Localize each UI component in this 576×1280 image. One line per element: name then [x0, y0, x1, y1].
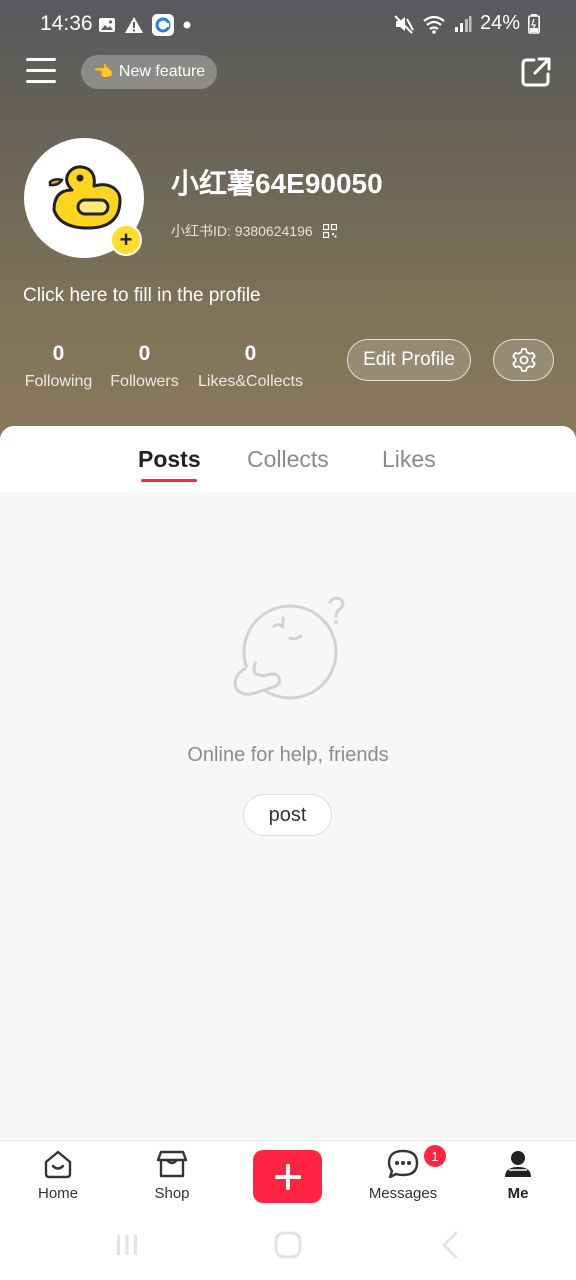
tab-collects[interactable]: Collects [247, 446, 329, 473]
mute-icon [394, 14, 414, 34]
status-right: 24% [394, 12, 540, 35]
active-tab-underline [141, 479, 197, 482]
chat-icon [387, 1149, 419, 1179]
home-circle-icon[interactable] [273, 1230, 303, 1260]
new-feature-label: New feature [118, 63, 206, 80]
tab-posts[interactable]: Posts [138, 446, 201, 473]
nav-label: Me [507, 1185, 529, 1202]
pointing-hand-icon: 👈 [93, 64, 113, 81]
share-icon[interactable] [520, 56, 552, 88]
nav-shop[interactable]: Shop [122, 1149, 222, 1202]
qr-code-icon[interactable] [322, 224, 337, 238]
stat-likes-collects[interactable]: 0 Likes&Collects [196, 342, 305, 391]
menu-icon-bar [26, 58, 56, 61]
nav-label: Home [37, 1185, 78, 1202]
menu-icon-bar [26, 80, 56, 83]
stat-label: Following [24, 373, 93, 390]
stat-label: Likes&Collects [198, 373, 303, 390]
notification-icons [98, 14, 192, 36]
tab-likes[interactable]: Likes [382, 446, 436, 473]
empty-state-text: Online for help, friends [187, 744, 389, 766]
system-navigation-bar [0, 1216, 576, 1280]
image-notification-icon [99, 18, 115, 32]
nav-label: Messages [368, 1185, 438, 1202]
edit-profile-button[interactable]: Edit Profile [347, 339, 471, 381]
content-area: Posts Collects Likes Online for help, fr… [0, 426, 576, 1140]
stat-number: 0 [138, 342, 151, 365]
user-id: 小红书ID: 9380624196 [171, 221, 337, 241]
more-dot-icon [183, 21, 191, 29]
stat-number: 0 [52, 342, 65, 365]
thinking-face-icon [233, 596, 345, 700]
warning-icon [125, 17, 143, 33]
avatar-add-button[interactable]: + [110, 224, 142, 256]
shop-icon [156, 1150, 188, 1178]
bio-prompt[interactable]: Click here to fill in the profile [23, 285, 261, 307]
recent-apps-icon[interactable] [114, 1232, 140, 1258]
battery-icon [528, 13, 540, 34]
create-post-button[interactable] [253, 1150, 322, 1203]
settings-button[interactable] [493, 339, 554, 381]
signal-icon [454, 15, 472, 32]
gear-icon [511, 348, 536, 372]
stat-number: 0 [244, 342, 257, 365]
menu-icon-bar [26, 69, 56, 72]
home-icon [44, 1150, 72, 1179]
plus-icon [274, 1163, 301, 1190]
person-icon [505, 1151, 531, 1177]
status-time: 14:36 [40, 12, 93, 35]
status-bar: 14:36 24% [0, 0, 576, 50]
bottom-navigation: Home Shop Messages 1 Me [0, 1140, 576, 1216]
wifi-icon [423, 15, 445, 34]
menu-button[interactable] [26, 58, 56, 86]
stat-followers[interactable]: 0 Followers [109, 342, 180, 391]
battery-percent: 24% [479, 12, 520, 34]
nav-label: Shop [154, 1185, 190, 1202]
messages-badge: 1 [424, 1145, 446, 1167]
back-icon[interactable] [438, 1230, 462, 1260]
stat-label: Followers [110, 373, 179, 390]
stat-following[interactable]: 0 Following [22, 342, 95, 391]
app-notification-icon [152, 14, 174, 36]
nav-me[interactable]: Me [468, 1149, 568, 1202]
nav-home[interactable]: Home [8, 1149, 108, 1202]
new-feature-button[interactable]: 👈 New feature [81, 55, 218, 89]
profile-tabs: Posts Collects Likes [0, 426, 576, 492]
user-id-text: 小红书ID: 9380624196 [171, 223, 313, 239]
username: 小红薯64E90050 [171, 168, 383, 199]
post-button[interactable]: post [243, 794, 332, 836]
